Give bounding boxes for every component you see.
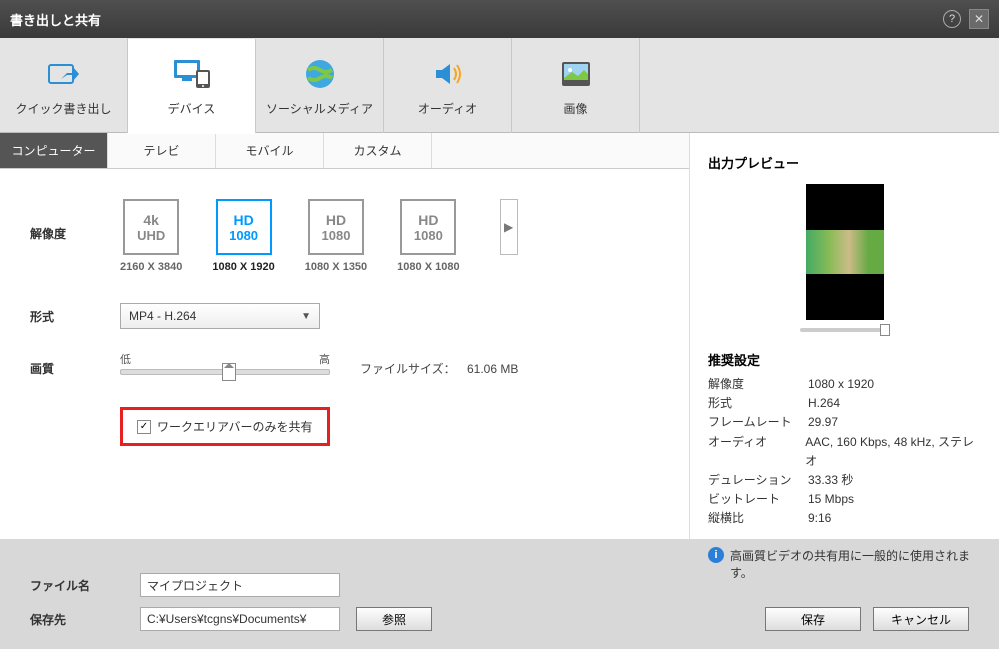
tab-social-media[interactable]: ソーシャルメディア — [256, 38, 384, 133]
resolution-option-4k[interactable]: 4kUHD 2160 X 3840 — [120, 199, 182, 273]
filesize-label: ファイルサイズ： — [360, 362, 456, 376]
recommended-settings-title: 推奨設定 — [708, 350, 981, 369]
quality-slider[interactable] — [120, 369, 330, 375]
preview-zoom-thumb[interactable] — [880, 324, 890, 336]
savedest-input[interactable] — [140, 607, 340, 631]
main-tabs: クイック書き出し デバイス ソーシャルメディア オーディオ 画像 — [0, 38, 999, 133]
resolution-label: 解像度 — [30, 225, 120, 242]
window-title: 書き出しと共有 — [10, 10, 101, 29]
savedest-label: 保存先 — [30, 611, 140, 628]
preview-image — [806, 230, 884, 274]
tab-label: デバイス — [168, 100, 216, 117]
recommended-settings-list: 解像度1080 x 1920 形式H.264 フレームレート29.97 オーディ… — [708, 375, 981, 529]
filename-label: ファイル名 — [30, 577, 140, 594]
window-titlebar: 書き出しと共有 ? ✕ — [0, 0, 999, 38]
tab-label: オーディオ — [418, 100, 477, 117]
globe-icon — [300, 54, 340, 94]
tab-label: 画像 — [563, 100, 587, 117]
tab-image[interactable]: 画像 — [512, 38, 640, 133]
filesize-value: 61.06 MB — [467, 362, 518, 376]
quality-slider-thumb[interactable] — [222, 363, 236, 381]
output-preview-panel: 出力プレビュー 推奨設定 解像度1080 x 1920 形式H.264 フレーム… — [689, 133, 999, 539]
cancel-button[interactable]: キャンセル — [873, 607, 969, 631]
preview-zoom-slider[interactable] — [800, 328, 890, 332]
save-button[interactable]: 保存 — [765, 607, 861, 631]
subtab-custom[interactable]: カスタム — [324, 133, 432, 168]
subtab-computer[interactable]: コンピューター — [0, 133, 108, 168]
device-icon — [172, 54, 212, 94]
quality-low-label: 低 — [120, 351, 131, 367]
browse-button[interactable]: 参照 — [356, 607, 432, 631]
preview-thumbnail — [806, 184, 884, 320]
resolution-scroll-right[interactable]: ▶ — [500, 199, 518, 255]
resolution-option-hd-1920[interactable]: HD1080 1080 X 1920 — [212, 199, 274, 273]
resolution-option-hd-1350[interactable]: HD1080 1080 X 1350 — [305, 199, 367, 273]
subtab-mobile[interactable]: モバイル — [216, 133, 324, 168]
tab-quick-export[interactable]: クイック書き出し — [0, 38, 128, 133]
quality-label: 画質 — [30, 360, 120, 377]
share-workarea-only-row: ✓ ワークエリアバーのみを共有 — [120, 407, 330, 446]
info-icon: i — [708, 547, 724, 563]
info-text: 高画質ビデオの共有用に一般的に使用されます。 — [730, 547, 981, 581]
format-select[interactable]: MP4 - H.264 — [120, 303, 320, 329]
filename-input[interactable] — [140, 573, 340, 597]
resolution-option-hd-1080[interactable]: HD1080 1080 X 1080 — [397, 199, 459, 273]
help-icon[interactable]: ? — [943, 10, 961, 28]
speaker-icon — [428, 54, 468, 94]
tab-device[interactable]: デバイス — [128, 39, 256, 134]
image-icon — [556, 54, 596, 94]
device-sub-tabs: コンピューター テレビ モバイル カスタム — [0, 133, 689, 169]
preview-title: 出力プレビュー — [708, 153, 981, 172]
export-icon — [44, 54, 84, 94]
share-workarea-only-label: ワークエリアバーのみを共有 — [157, 418, 313, 435]
tab-audio[interactable]: オーディオ — [384, 38, 512, 133]
close-icon[interactable]: ✕ — [969, 9, 989, 29]
share-workarea-only-checkbox[interactable]: ✓ — [137, 420, 151, 434]
quality-high-label: 高 — [319, 351, 330, 367]
format-label: 形式 — [30, 308, 120, 325]
subtab-tv[interactable]: テレビ — [108, 133, 216, 168]
tab-label: ソーシャルメディア — [266, 100, 373, 117]
tab-label: クイック書き出し — [15, 100, 111, 117]
